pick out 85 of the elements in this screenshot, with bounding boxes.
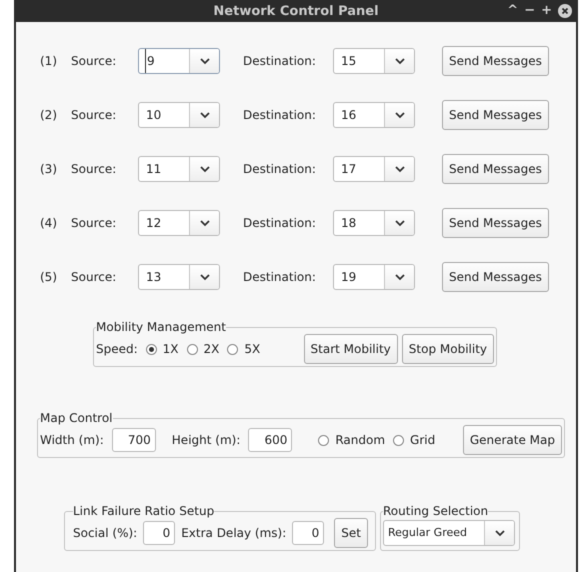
row-number: (5) bbox=[40, 270, 58, 284]
dropdown-button[interactable] bbox=[384, 49, 414, 73]
source-label: Source: bbox=[71, 270, 118, 284]
destination-label: Destination: bbox=[243, 162, 317, 176]
send-messages-button[interactable]: Send Messages bbox=[442, 46, 549, 76]
generate-map-button[interactable]: Generate Map bbox=[462, 425, 562, 455]
dropdown[interactable]: 9 bbox=[138, 48, 220, 74]
speed-label: Speed: bbox=[96, 342, 138, 356]
dropdown-button[interactable] bbox=[384, 103, 414, 127]
radio-label: Grid bbox=[410, 433, 436, 447]
group-title: Mobility Management bbox=[96, 320, 226, 334]
source-label: Source: bbox=[71, 216, 118, 230]
send-messages-button[interactable]: Send Messages bbox=[442, 154, 549, 184]
dropdown[interactable]: 19 bbox=[333, 264, 415, 290]
chevron-down-icon bbox=[394, 112, 404, 118]
dropdown-button[interactable] bbox=[189, 157, 219, 181]
dropdown[interactable]: 11 bbox=[138, 156, 220, 182]
radio-button[interactable] bbox=[393, 434, 404, 446]
chevron-down-icon bbox=[200, 112, 210, 118]
dropdown[interactable]: 18 bbox=[333, 210, 415, 236]
radio-label: Random bbox=[335, 433, 386, 447]
radio-label: 2X bbox=[204, 342, 220, 356]
dropdown[interactable]: 16 bbox=[333, 102, 415, 128]
source-label: Source: bbox=[71, 108, 118, 122]
height-label: Height (m): bbox=[172, 433, 240, 447]
chevron-down-icon bbox=[200, 274, 210, 280]
row-number: (4) bbox=[40, 216, 58, 230]
width-label: Width (m): bbox=[40, 433, 104, 447]
row-number: (3) bbox=[40, 162, 58, 176]
group-title: Routing Selection bbox=[383, 504, 488, 518]
dropdown[interactable]: 15 bbox=[333, 48, 415, 74]
source-label: Source: bbox=[71, 54, 118, 68]
send-messages-button[interactable]: Send Messages bbox=[442, 262, 549, 292]
chevron-down-icon bbox=[394, 274, 404, 280]
delay-label: Extra Delay (ms): bbox=[181, 526, 286, 540]
social-label: Social (%): bbox=[73, 526, 138, 540]
send-messages-button[interactable]: Send Messages bbox=[442, 208, 549, 238]
dropdown-button[interactable] bbox=[384, 211, 414, 235]
chevron-down-icon bbox=[394, 58, 404, 64]
radio-button[interactable] bbox=[146, 344, 157, 354]
width-field[interactable]: 700 bbox=[112, 428, 156, 452]
radio-button[interactable] bbox=[318, 434, 330, 446]
chevron-down-icon bbox=[394, 220, 404, 226]
set-button[interactable]: Set bbox=[334, 518, 368, 548]
group-title: Map Control bbox=[40, 411, 113, 425]
delay-field[interactable]: 0 bbox=[292, 521, 324, 545]
start-mobility-button[interactable]: Start Mobility bbox=[304, 334, 398, 364]
dropdown[interactable]: 10 bbox=[138, 102, 220, 128]
chevron-down-icon bbox=[200, 58, 210, 64]
chevron-down-icon bbox=[200, 166, 210, 172]
row-number: (2) bbox=[40, 108, 58, 122]
destination-label: Destination: bbox=[243, 54, 317, 68]
height-field[interactable]: 600 bbox=[248, 428, 292, 452]
dropdown-button[interactable] bbox=[189, 211, 219, 235]
dropdown[interactable]: 12 bbox=[138, 210, 220, 236]
radio-label: 5X bbox=[244, 342, 260, 356]
destination-label: Destination: bbox=[243, 108, 317, 122]
radio-button[interactable] bbox=[227, 344, 238, 354]
dropdown-button[interactable] bbox=[384, 265, 414, 289]
chevron-down-icon bbox=[394, 166, 404, 172]
dropdown[interactable]: Regular Greed bbox=[383, 520, 515, 546]
dropdown[interactable]: 13 bbox=[138, 264, 220, 290]
dropdown-button[interactable] bbox=[189, 265, 219, 289]
dropdown-button[interactable] bbox=[484, 521, 514, 545]
destination-label: Destination: bbox=[243, 270, 317, 284]
close-icon[interactable] bbox=[558, 4, 572, 18]
dropdown-button[interactable] bbox=[189, 103, 219, 127]
radio-button[interactable] bbox=[186, 344, 198, 354]
chevron-down-icon bbox=[200, 220, 210, 226]
stop-mobility-button[interactable]: Stop Mobility bbox=[402, 334, 494, 364]
dropdown-button[interactable] bbox=[189, 49, 219, 73]
dropdown-button[interactable] bbox=[384, 157, 414, 181]
window-control[interactable]: − bbox=[524, 3, 536, 19]
group-title: Link Failure Ratio Setup bbox=[73, 504, 214, 518]
window-control[interactable]: ^ bbox=[507, 3, 518, 19]
radio-label: 1X bbox=[162, 342, 179, 356]
dropdown[interactable]: 17 bbox=[333, 156, 415, 182]
source-label: Source: bbox=[71, 162, 118, 176]
destination-label: Destination: bbox=[243, 216, 317, 230]
window-title: Network Control Panel bbox=[213, 4, 379, 18]
chevron-down-icon bbox=[494, 530, 504, 536]
row-number: (1) bbox=[40, 54, 58, 68]
window-control[interactable]: + bbox=[541, 3, 552, 19]
send-messages-button[interactable]: Send Messages bbox=[442, 100, 549, 130]
social-field[interactable]: 0 bbox=[143, 521, 176, 545]
